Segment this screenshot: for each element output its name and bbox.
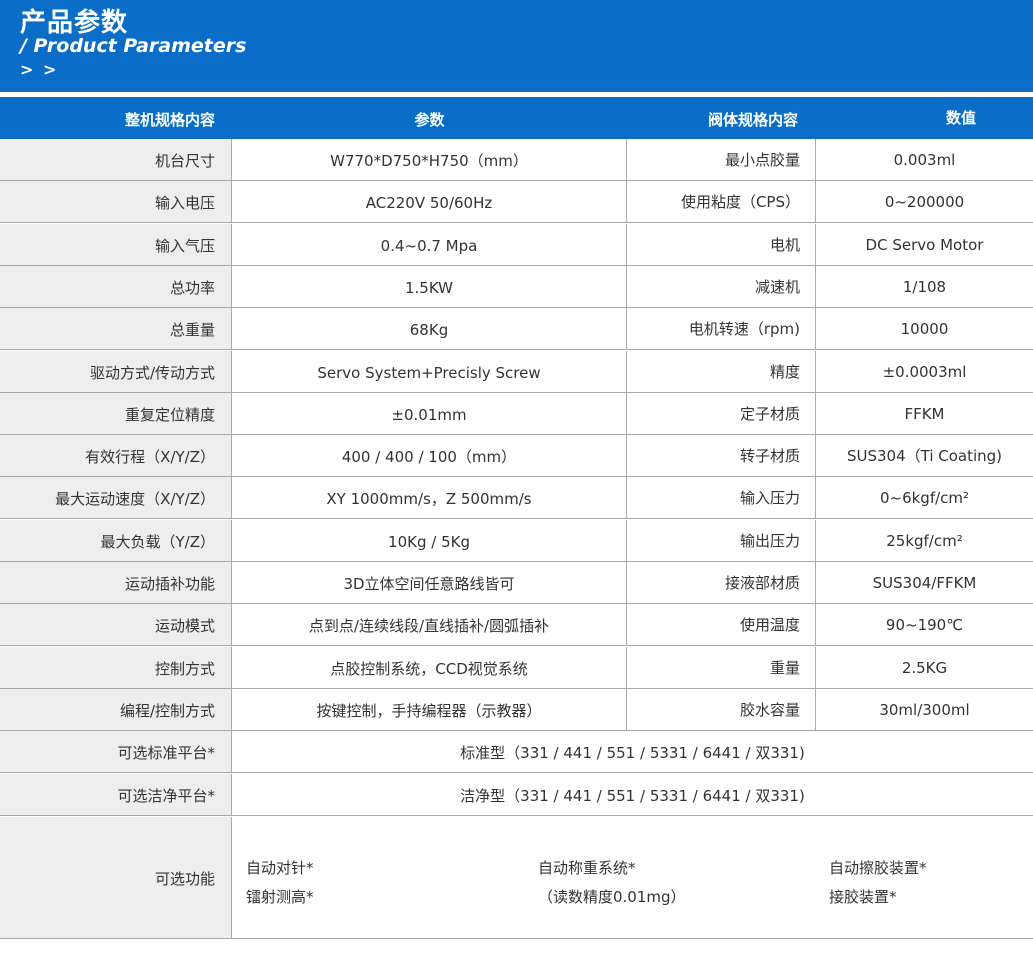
parameter-cell: 点胶控制系统，CCD视觉系统 <box>232 647 627 688</box>
valve-spec-cell: 接液部材质 <box>627 562 816 603</box>
function-item: （读数精度0.01mg） <box>538 888 686 906</box>
valve-spec-cell: 最小点胶量 <box>627 139 816 180</box>
table-row: 驱动方式/传动方式 Servo System+Precisly Screw 精度 ±0… <box>0 351 1033 393</box>
parameter-cell: 10Kg / 5Kg <box>232 520 627 561</box>
valve-spec-cell: 输出压力 <box>627 520 816 561</box>
value-cell: 25kgf/cm² <box>886 532 963 550</box>
machine-spec-cell: 机台尺寸 <box>0 139 232 180</box>
table-row: 总重量 68Kg 电机转速（rpm) 10000 <box>0 308 1033 350</box>
value-cell: ±0.0003ml <box>882 363 967 381</box>
table-row: 输入气压 0.4~0.7 Mpa 电机 DC Servo Motor <box>0 224 1033 266</box>
table-row: 可选洁净平台* 洁净型（331 / 441 / 551 / 5331 / 6441… <box>0 774 1033 816</box>
parameter-cell: 3D立体空间任意路线皆可 <box>232 562 627 603</box>
value-cell: 2.5KG <box>901 659 948 677</box>
machine-spec-cell: 总功率 <box>0 266 232 307</box>
valve-spec-cell: 精度 <box>627 351 816 392</box>
machine-spec-cell: 输入电压 <box>0 181 232 222</box>
parameter-cell: W770*D750*H750（mm） <box>232 139 627 180</box>
machine-spec-cell: 编程/控制方式 <box>0 689 232 730</box>
machine-spec-cell: 有效行程（X/Y/Z） <box>0 435 232 476</box>
table-row: 机台尺寸 W770*D750*H750（mm） 最小点胶量 0.003ml <box>0 139 1033 181</box>
machine-spec-cell: 重复定位精度 <box>0 393 232 434</box>
machine-spec-cell: 总重量 <box>0 308 232 349</box>
table-row: 控制方式 点胶控制系统，CCD视觉系统 重量 2.5KG <box>0 647 1033 689</box>
machine-spec-cell: 运动模式 <box>0 604 232 645</box>
valve-spec-cell: 减速机 <box>627 266 816 307</box>
table-row: 最大负载（Y/Z） 10Kg / 5Kg 输出压力 25kgf/cm² <box>0 520 1033 562</box>
parameter-cell: Servo System+Precisly Screw <box>232 351 627 392</box>
parameter-cell: ±0.01mm <box>232 393 627 434</box>
value-cell: 90~190℃ <box>885 616 964 634</box>
value-cell: 0.003ml <box>893 151 956 169</box>
valve-spec-cell: 使用粘度（CPS） <box>627 181 816 222</box>
machine-spec-cell: 运动插补功能 <box>0 562 232 603</box>
function-item: 自动擦胶装置* <box>829 859 927 877</box>
table-row: 重复定位精度 ±0.01mm 定子材质 FFKM <box>0 393 1033 435</box>
value-cell: 30ml/300ml <box>879 701 970 719</box>
value-cell: 0~200000 <box>884 193 965 211</box>
valve-spec-cell: 转子材质 <box>627 435 816 476</box>
valve-spec-cell: 重量 <box>627 647 816 688</box>
valve-spec-cell: 使用温度 <box>627 604 816 645</box>
parameter-cell: 按键控制，手持编程器（示教器） <box>232 689 627 730</box>
value-cell: DC Servo Motor <box>865 236 984 254</box>
machine-spec-cell: 控制方式 <box>0 647 232 688</box>
table-row: 可选标准平台* 标准型（331 / 441 / 551 / 5331 / 6441… <box>0 731 1033 773</box>
double-chevron-icon: > > <box>20 60 59 79</box>
table-row: 最大运动速度（X/Y/Z） XY 1000mm/s，Z 500mm/s 输入压力 0~… <box>0 477 1033 519</box>
parameter-cell: 0.4~0.7 Mpa <box>232 224 627 265</box>
platform-label-cell: 可选标准平台* <box>0 731 232 772</box>
value-cell: 10000 <box>900 320 949 338</box>
table-row: 有效行程（X/Y/Z） 400 / 400 / 100（mm） 转子材质 SUS304… <box>0 435 1033 477</box>
table-header: 整机规格内容 参数 阀体规格内容 数值 <box>0 97 1033 139</box>
function-item: 自动称重系统* <box>538 859 636 877</box>
machine-spec-cell: 最大运动速度（X/Y/Z） <box>0 477 232 518</box>
valve-spec-cell: 定子材质 <box>627 393 816 434</box>
title-english: / Product Parameters <box>20 35 247 57</box>
machine-spec-cell: 驱动方式/传动方式 <box>0 351 232 392</box>
platform-value-cell: 洁净型（331 / 441 / 551 / 5331 / 6441 / 双331… <box>460 787 805 805</box>
optional-functions-row: 可选功能 自动对针* 镭射测高* 自动称重系统* （读数精度0.01mg） 自动… <box>0 817 1033 939</box>
platform-label-cell: 可选洁净平台* <box>0 774 232 815</box>
machine-spec-cell: 输入气压 <box>0 224 232 265</box>
header-parameter: 参数 <box>414 111 445 129</box>
table-row: 输入电压 AC220V 50/60Hz 使用粘度（CPS） 0~200000 <box>0 181 1033 223</box>
parameter-cell: XY 1000mm/s，Z 500mm/s <box>232 477 627 518</box>
title-chinese: 产品参数 <box>20 8 129 38</box>
table-row: 编程/控制方式 按键控制，手持编程器（示教器） 胶水容量 30ml/300ml <box>0 689 1033 731</box>
table-row: 总功率 1.5KW 减速机 1/108 <box>0 266 1033 308</box>
value-cell: FFKM <box>904 405 945 423</box>
value-cell: 0~6kgf/cm² <box>879 489 970 507</box>
platform-value-cell: 标准型（331 / 441 / 551 / 5331 / 6441 / 双331… <box>460 744 805 762</box>
valve-spec-cell: 输入压力 <box>627 477 816 518</box>
valve-spec-cell: 电机转速（rpm) <box>627 308 816 349</box>
value-cell: 1/108 <box>902 278 947 296</box>
function-item: 接胶装置* <box>829 888 897 906</box>
function-item: 自动对针* <box>246 859 314 877</box>
optional-functions-label: 可选功能 <box>0 817 232 938</box>
machine-spec-cell: 最大负载（Y/Z） <box>0 520 232 561</box>
value-cell: SUS304（Ti Coating) <box>846 447 1003 465</box>
parameter-cell: 1.5KW <box>232 266 627 307</box>
function-item: 镭射测高* <box>246 888 314 906</box>
parameter-cell: 68Kg <box>232 308 627 349</box>
value-cell: SUS304/FFKM <box>872 574 977 592</box>
table-row: 运动插补功能 3D立体空间任意路线皆可 接液部材质 SUS304/FFKM <box>0 562 1033 604</box>
valve-spec-cell: 电机 <box>627 224 816 265</box>
parameter-cell: 点到点/连续线段/直线插补/圆弧插补 <box>232 604 627 645</box>
table-row: 运动模式 点到点/连续线段/直线插补/圆弧插补 使用温度 90~190℃ <box>0 604 1033 646</box>
parameter-cell: AC220V 50/60Hz <box>232 181 627 222</box>
valve-spec-cell: 胶水容量 <box>627 689 816 730</box>
page-header: 产品参数 / Product Parameters > > <box>0 0 1033 92</box>
parameter-cell: 400 / 400 / 100（mm） <box>232 435 627 476</box>
header-value: 数值 <box>945 109 976 127</box>
